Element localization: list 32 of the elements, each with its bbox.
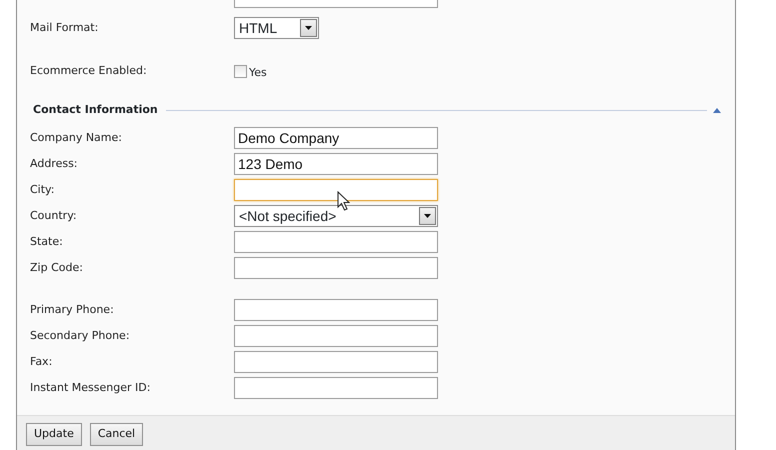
caret-icon [305,26,312,30]
field-label: State: [30,234,64,250]
field-label: City: [30,182,56,198]
field-label: Company Name: [30,130,123,146]
text-field[interactable] [234,179,438,201]
text-field[interactable] [234,299,438,321]
pointer-icon [337,191,350,211]
field-label: Ecommerce Enabled: [30,62,148,79]
text-field[interactable] [234,325,438,347]
field-label: Primary Phone: [30,302,115,318]
checkbox-label: Yes [249,64,267,81]
section-title: Contact Information [33,102,158,118]
text-field[interactable] [234,231,438,253]
caret-icon [424,214,431,218]
field-label: Zip Code: [30,260,84,276]
form-button[interactable]: Update [26,423,82,446]
field-label: Mail Format: [30,20,100,36]
field-label: Secondary Phone: [30,328,131,344]
text-field[interactable] [234,257,438,279]
dropdown[interactable]: HTML [234,17,319,39]
collapse-icon[interactable] [713,108,721,112]
field-label: Instant Messenger ID: [30,380,152,396]
text-field[interactable]: 123 Demo [234,153,438,175]
text-field[interactable] [234,377,438,399]
text-field[interactable]: Demo Company [234,127,438,149]
form-button[interactable]: Cancel [90,423,144,446]
text-field[interactable] [234,351,438,373]
field-label: Address: [30,156,79,172]
checkbox[interactable] [234,64,247,78]
field-label: Fax: [30,354,54,370]
field-label: Country: [30,208,78,224]
dropdown[interactable]: <Not specified> [234,205,438,227]
